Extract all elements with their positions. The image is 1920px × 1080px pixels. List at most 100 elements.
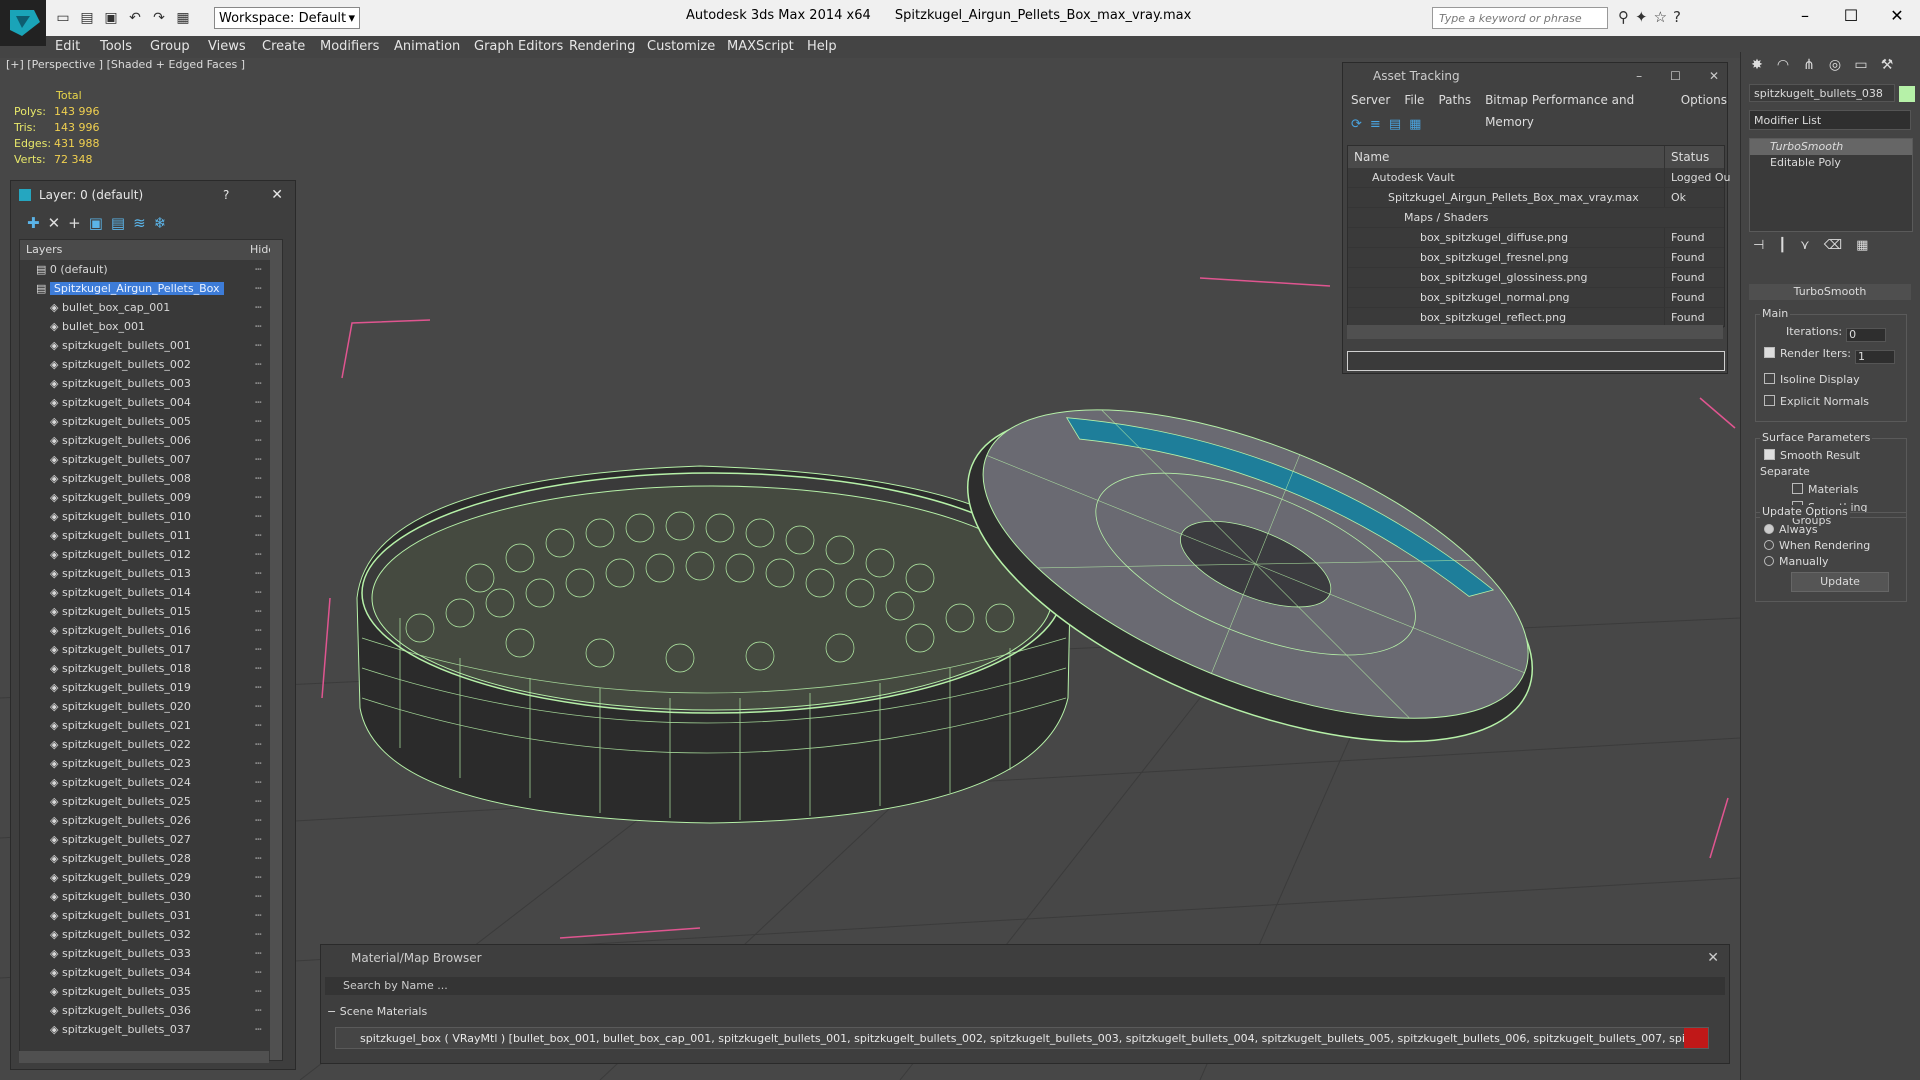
layer-row[interactable]: ▤ Spitzkugel_Airgun_Pellets_Box ┅ — [20, 279, 282, 298]
layer-row[interactable]: ◈ spitzkugelt_bullets_014 ┅ — [20, 583, 282, 602]
freeze-all-layers-icon[interactable]: ❄ — [154, 214, 167, 232]
binoculars-icon[interactable]: ⚲ — [1618, 8, 1629, 26]
layer-row[interactable]: ◈ bullet_box_001 ┅ — [20, 317, 282, 336]
hide-toggle-icon[interactable]: ┅ — [255, 678, 262, 697]
render-iters-row[interactable]: Render Iters: 1 — [1764, 347, 1895, 364]
hide-toggle-icon[interactable]: ┅ — [255, 412, 262, 431]
hide-toggle-icon[interactable]: ┅ — [255, 469, 262, 488]
hide-toggle-icon[interactable]: ┅ — [255, 545, 262, 564]
layer-row[interactable]: ◈ spitzkugelt_bullets_026 ┅ — [20, 811, 282, 830]
asset-row[interactable]: box_spitzkugel_normal.png Found — [1348, 288, 1724, 308]
layer-row[interactable]: ◈ spitzkugelt_bullets_007 ┅ — [20, 450, 282, 469]
layer-row[interactable]: ◈ spitzkugelt_bullets_012 ┅ — [20, 545, 282, 564]
hide-toggle-icon[interactable]: ┅ — [255, 621, 262, 640]
layer-row[interactable]: ◈ spitzkugelt_bullets_028 ┅ — [20, 849, 282, 868]
layer-row[interactable]: ▤ 0 (default) ┅ — [20, 260, 282, 279]
layer-row[interactable]: ◈ spitzkugelt_bullets_034 ┅ — [20, 963, 282, 982]
hide-toggle-icon[interactable]: ┅ — [255, 374, 262, 393]
hide-toggle-icon[interactable]: ┅ — [255, 298, 262, 317]
menu-create[interactable]: Create — [262, 39, 305, 54]
material-item[interactable]: spitzkugel_box ( VRayMtl ) [bullet_box_0… — [335, 1027, 1709, 1049]
hide-toggle-icon[interactable]: ┅ — [255, 450, 262, 469]
close-icon[interactable]: ✕ — [1709, 63, 1719, 89]
asset-row[interactable]: box_spitzkugel_glossiness.png Found — [1348, 268, 1724, 288]
layer-row[interactable]: ◈ spitzkugelt_bullets_001 ┅ — [20, 336, 282, 355]
hide-toggle-icon[interactable]: ┅ — [255, 735, 262, 754]
add-to-layer-icon[interactable]: + — [68, 214, 81, 232]
menu-graph-editors[interactable]: Graph Editors — [474, 39, 563, 54]
render-iters-checkbox[interactable] — [1764, 347, 1775, 358]
new-file-icon[interactable]: ▭ — [52, 8, 74, 28]
make-unique-icon[interactable]: ⋎ — [1800, 238, 1810, 258]
layer-row[interactable]: ◈ spitzkugelt_bullets_005 ┅ — [20, 412, 282, 431]
hide-toggle-icon[interactable]: ┅ — [255, 716, 262, 735]
workspace-dropdown[interactable]: Workspace: Default — [214, 7, 360, 30]
asset-row[interactable]: Maps / Shaders — [1348, 208, 1724, 228]
when-rendering-row[interactable]: When Rendering — [1764, 539, 1870, 552]
materials-checkbox[interactable] — [1792, 483, 1803, 494]
hide-toggle-icon[interactable]: ┅ — [255, 887, 262, 906]
layer-row[interactable]: ◈ spitzkugelt_bullets_031 ┅ — [20, 906, 282, 925]
hide-toggle-icon[interactable]: ┅ — [255, 925, 262, 944]
layer-row[interactable]: ◈ spitzkugelt_bullets_022 ┅ — [20, 735, 282, 754]
viewport-label[interactable]: [+] [Perspective ] [Shaded + Edged Faces… — [6, 58, 245, 71]
modifier-list-dropdown[interactable]: Modifier List — [1749, 110, 1911, 130]
layer-row[interactable]: ◈ spitzkugelt_bullets_029 ┅ — [20, 868, 282, 887]
smooth-result-row[interactable]: Smooth Result — [1764, 449, 1860, 462]
layer-row[interactable]: ◈ spitzkugelt_bullets_016 ┅ — [20, 621, 282, 640]
configure-sets-icon[interactable]: ▦ — [1856, 238, 1868, 258]
remove-modifier-icon[interactable]: ⌫ — [1824, 238, 1842, 258]
layer-row[interactable]: ◈ spitzkugelt_bullets_023 ┅ — [20, 754, 282, 773]
hide-toggle-icon[interactable]: ┅ — [255, 906, 262, 925]
column-name[interactable]: Name — [1354, 146, 1389, 168]
minimize-icon[interactable]: – — [1636, 63, 1642, 89]
layer-row[interactable]: ◈ spitzkugelt_bullets_021 ┅ — [20, 716, 282, 735]
hide-toggle-icon[interactable]: ┅ — [255, 773, 262, 792]
layer-row[interactable]: ◈ spitzkugelt_bullets_035 ┅ — [20, 982, 282, 1001]
manually-row[interactable]: Manually — [1764, 555, 1829, 568]
always-radio[interactable] — [1764, 524, 1774, 534]
asset-row[interactable]: Autodesk Vault Logged Ou — [1348, 168, 1731, 188]
hide-toggle-icon[interactable]: ┅ — [255, 640, 262, 659]
layer-row[interactable]: ◈ spitzkugelt_bullets_019 ┅ — [20, 678, 282, 697]
minimize-icon[interactable]: – — [1782, 0, 1828, 30]
layer-row[interactable]: ◈ bullet_box_cap_001 ┅ — [20, 298, 282, 317]
column-layers[interactable]: Layers — [26, 240, 62, 260]
stack-item-editable-poly[interactable]: Editable Poly — [1750, 155, 1912, 171]
layer-row[interactable]: ◈ spitzkugelt_bullets_013 ┅ — [20, 564, 282, 583]
modify-tab-icon[interactable]: ◠ — [1771, 54, 1795, 76]
layer-row[interactable]: ◈ spitzkugelt_bullets_027 ┅ — [20, 830, 282, 849]
menu-bitmap-performance[interactable]: Bitmap Performance and Memory — [1485, 89, 1667, 129]
menu-server[interactable]: Server — [1351, 89, 1390, 111]
material-search-input[interactable]: Search by Name ... — [325, 977, 1725, 995]
menu-group[interactable]: Group — [150, 39, 190, 54]
layer-row[interactable]: ◈ spitzkugelt_bullets_032 ┅ — [20, 925, 282, 944]
when-rendering-radio[interactable] — [1764, 540, 1774, 550]
hide-toggle-icon[interactable]: ┅ — [255, 279, 262, 298]
display-tab-icon[interactable]: ▭ — [1849, 54, 1873, 76]
layer-row[interactable]: ◈ spitzkugelt_bullets_030 ┅ — [20, 887, 282, 906]
refresh-icon[interactable]: ⟳ — [1351, 117, 1362, 132]
isoline-checkbox[interactable] — [1764, 373, 1775, 384]
layer-list[interactable]: Layers Hide ▤ 0 (default) ┅ ▤ Spitzkugel_A… — [19, 239, 283, 1061]
object-name-field[interactable]: spitzkugelt_bullets_038 — [1749, 84, 1895, 102]
hide-toggle-icon[interactable]: ┅ — [255, 659, 262, 678]
menu-edit[interactable]: Edit — [55, 39, 80, 54]
menu-views[interactable]: Views — [208, 39, 246, 54]
layer-row[interactable]: ◈ spitzkugelt_bullets_011 ┅ — [20, 526, 282, 545]
update-button[interactable]: Update — [1791, 572, 1889, 592]
hide-toggle-icon[interactable]: ┅ — [255, 336, 262, 355]
hide-toggle-icon[interactable]: ┅ — [255, 982, 262, 1001]
layer-row[interactable]: ◈ spitzkugelt_bullets_009 ┅ — [20, 488, 282, 507]
explicit-normals-row[interactable]: Explicit Normals — [1764, 395, 1869, 408]
hide-toggle-icon[interactable]: ┅ — [255, 507, 262, 526]
vertical-scrollbar[interactable] — [270, 240, 282, 1060]
hide-toggle-icon[interactable]: ┅ — [255, 811, 262, 830]
detail-view-icon[interactable]: ▤ — [1389, 117, 1401, 132]
iterations-spinner[interactable]: 0 — [1846, 328, 1887, 342]
help-button[interactable]: ? — [223, 181, 229, 209]
show-end-result-icon[interactable]: ┃ — [1778, 238, 1786, 258]
asset-row[interactable]: box_spitzkugel_fresnel.png Found — [1348, 248, 1724, 268]
maximize-icon[interactable]: ☐ — [1670, 63, 1681, 89]
menu-file[interactable]: File — [1404, 89, 1424, 111]
